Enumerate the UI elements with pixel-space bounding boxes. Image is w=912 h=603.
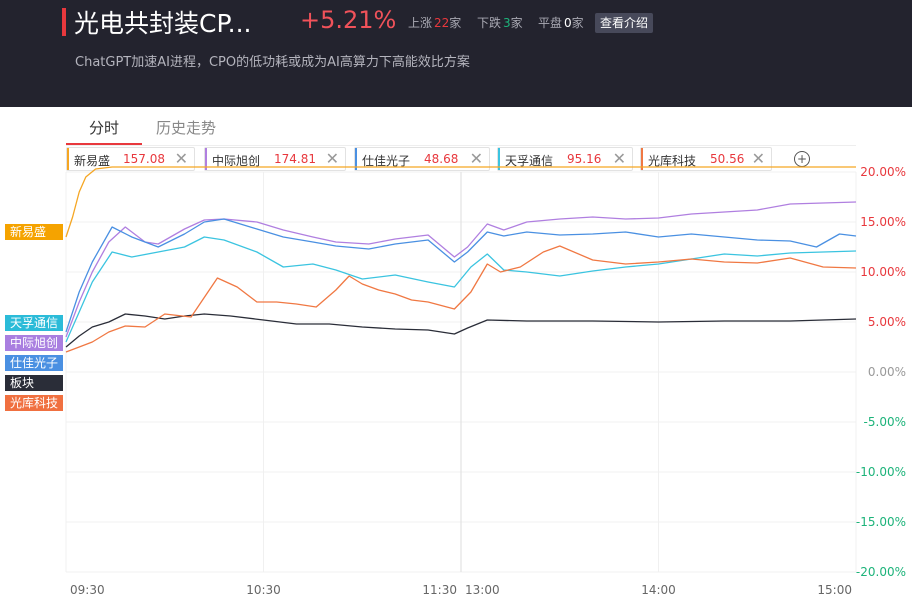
y-tick-label: 0.00% [868,365,906,379]
x-tick-label: 13:00 [465,583,500,597]
series-tag: 中际旭创 [5,335,63,351]
series-tag: 板块 [5,375,63,391]
x-tick-label: 11:30 [422,583,457,597]
y-tick-label: -5.00% [864,415,906,429]
x-tick-label: 14:00 [641,583,676,597]
y-tick-label: 20.00% [860,165,906,179]
y-tick-label: 15.00% [860,215,906,229]
series-tag: 仕佳光子 [5,355,63,371]
x-tick-label: 09:30 [70,583,105,597]
series-tag: 天孚通信 [5,315,63,331]
y-tick-label: -10.00% [856,465,906,479]
series-tag: 光库科技 [5,395,63,411]
series-tag: 新易盛 [5,224,63,240]
y-tick-label: -15.00% [856,515,906,529]
intraday-chart: 20.00% 15.00% 10.00% 5.00% 0.00% -5.00% -10.00… [65,165,906,597]
y-tick-label: -20.00% [856,565,906,579]
y-tick-label: 10.00% [860,265,906,279]
y-tick-label: 5.00% [868,315,906,329]
x-tick-label: 15:00 [817,583,852,597]
x-tick-label: 10:30 [246,583,281,597]
